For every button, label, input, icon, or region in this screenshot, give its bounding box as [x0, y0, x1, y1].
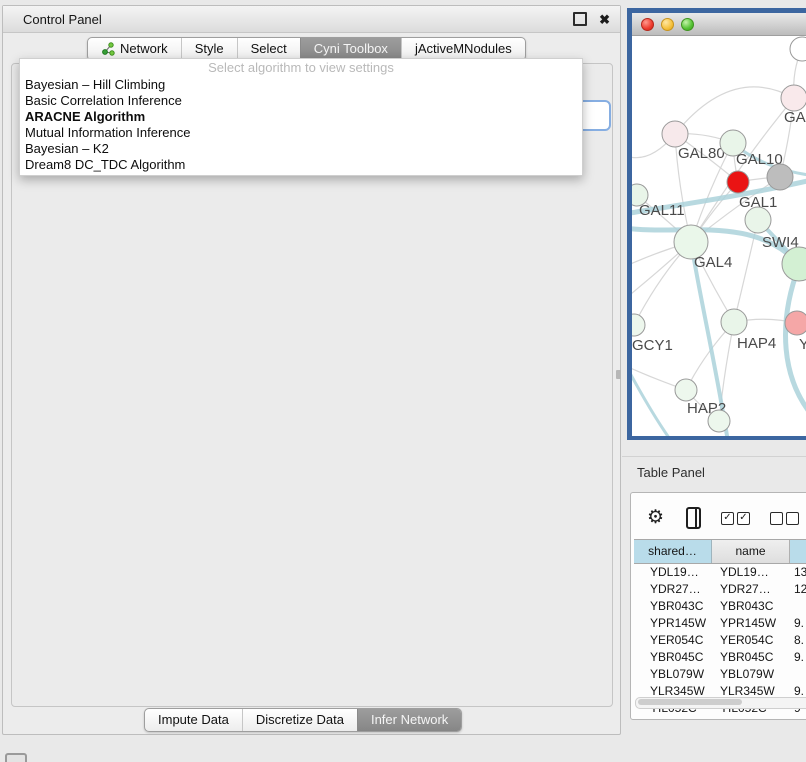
- select-all-checkboxes-icon[interactable]: ✓ ✓: [721, 512, 750, 525]
- table-scrollbar-thumb[interactable]: [638, 699, 742, 705]
- algorithm-option[interactable]: Dream8 DC_TDC Algorithm: [20, 157, 582, 173]
- tab-select-label: Select: [251, 38, 287, 60]
- network-node-label: HAP4: [737, 335, 776, 352]
- network-node-GCY1[interactable]: [632, 314, 645, 336]
- table-panel-divider: [622, 456, 806, 457]
- network-node-label: GAL11: [639, 202, 685, 219]
- tab-network-label: Network: [120, 38, 168, 60]
- table-row[interactable]: YBR043CYBR043C: [634, 598, 806, 615]
- unchecked-box-icon: [770, 512, 783, 525]
- tab-jactivemnodules[interactable]: jActiveMNodules: [401, 38, 525, 60]
- float-window-icon[interactable]: [573, 12, 587, 26]
- network-node-GAL80[interactable]: [662, 121, 688, 147]
- algorithm-dropdown-prompt: Select algorithm to view settings: [20, 59, 582, 77]
- table-header-row: shared… name: [634, 539, 806, 564]
- table-row[interactable]: YER054CYER054C8.: [634, 632, 806, 649]
- algorithm-option[interactable]: Bayesian – K2: [20, 141, 582, 157]
- tab-cyni-toolbox-label: Cyni Toolbox: [314, 38, 388, 60]
- network-node-label: GAL4: [694, 254, 732, 271]
- tab-discretize-data[interactable]: Discretize Data: [242, 709, 357, 731]
- tab-infer-network-label: Infer Network: [371, 709, 448, 731]
- tab-style-label: Style: [195, 38, 224, 60]
- control-panel-title: Control Panel: [23, 12, 102, 27]
- network-icon: [101, 42, 115, 56]
- table-row[interactable]: YBR045CYBR045C9.: [634, 649, 806, 666]
- network-edge-highlighted[interactable]: [632, 362, 672, 436]
- unchecked-box-icon: [786, 512, 799, 525]
- gear-icon[interactable]: ⚙: [647, 508, 664, 528]
- screen: Control Panel ✖ Network Style Se: [0, 0, 806, 762]
- tab-select[interactable]: Select: [237, 38, 300, 60]
- table-row[interactable]: YDR27…YDR27…12: [634, 581, 806, 598]
- network-node-GAL[interactable]: [781, 85, 806, 111]
- table-panel-title: Table Panel: [637, 465, 705, 480]
- table-toolbar: ⚙ ✓ ✓: [631, 501, 806, 535]
- network-node-GAL1[interactable]: [727, 171, 749, 193]
- column-header-name[interactable]: name: [712, 540, 790, 563]
- column-header-partial[interactable]: [790, 540, 806, 563]
- deselect-all-checkboxes-icon[interactable]: [770, 512, 799, 525]
- network-node-SWI4[interactable]: [745, 207, 771, 233]
- network-node-label: GAL80: [678, 145, 725, 162]
- network-window-titlebar: [632, 13, 806, 36]
- algorithm-option[interactable]: Mutual Information Inference: [20, 125, 582, 141]
- network-node-label: GAL: [784, 109, 806, 126]
- zoom-traffic-light-icon[interactable]: [681, 18, 694, 31]
- minimize-traffic-light-icon[interactable]: [661, 18, 674, 31]
- network-edge[interactable]: [675, 87, 794, 134]
- checked-box-icon: ✓: [737, 512, 750, 525]
- tab-discretize-data-label: Discretize Data: [256, 709, 344, 731]
- network-graph: GALGAL80GAL10GAL1GAL11SWI4GAL4GCY1HAP4YH…: [632, 36, 806, 436]
- close-icon[interactable]: ✖: [599, 13, 610, 26]
- network-canvas[interactable]: GALGAL80GAL10GAL1GAL11SWI4GAL4GCY1HAP4YH…: [632, 36, 806, 436]
- panel-resize-handle[interactable]: [616, 370, 621, 379]
- checked-box-icon: ✓: [721, 512, 734, 525]
- algorithm-option-selected[interactable]: ARACNE Algorithm: [20, 109, 582, 125]
- columns-icon[interactable]: [686, 507, 701, 529]
- table-row[interactable]: YDL19…YDL19…13: [634, 564, 806, 581]
- network-node[interactable]: [790, 37, 806, 61]
- table-row[interactable]: YPR145WYPR145W9.: [634, 615, 806, 632]
- network-node[interactable]: [767, 164, 793, 190]
- network-node-Y[interactable]: [785, 311, 806, 335]
- network-node-label: Y: [799, 336, 806, 353]
- tab-jactivemnodules-label: jActiveMNodules: [415, 38, 512, 60]
- network-node[interactable]: [708, 410, 730, 432]
- table-horizontal-scrollbar[interactable]: [635, 697, 806, 709]
- close-traffic-light-icon[interactable]: [641, 18, 654, 31]
- control-panel-window: Control Panel ✖ Network Style Se: [2, 5, 621, 735]
- control-panel-titlebar: Control Panel ✖: [3, 6, 620, 33]
- tab-impute-data-label: Impute Data: [158, 709, 229, 731]
- tab-network[interactable]: Network: [88, 38, 181, 60]
- algorithm-dropdown-popup: Select algorithm to view settings Bayesi…: [19, 58, 583, 176]
- tab-impute-data[interactable]: Impute Data: [145, 709, 242, 731]
- column-header-shared[interactable]: shared…: [634, 540, 712, 563]
- bottom-tabbar: Impute Data Discretize Data Infer Networ…: [144, 708, 462, 732]
- tab-style[interactable]: Style: [181, 38, 237, 60]
- network-view-window: GALGAL80GAL10GAL1GAL11SWI4GAL4GCY1HAP4YH…: [627, 8, 806, 440]
- tab-cyni-toolbox[interactable]: Cyni Toolbox: [300, 38, 401, 60]
- algorithm-option[interactable]: Bayesian – Hill Climbing: [20, 77, 582, 93]
- network-node-HAP2[interactable]: [675, 379, 697, 401]
- collapsed-panel-icon[interactable]: [5, 753, 27, 762]
- table-row[interactable]: YBL079WYBL079W: [634, 666, 806, 683]
- algorithm-option[interactable]: Basic Correlation Inference: [20, 93, 582, 109]
- table-panel-window: ⚙ ✓ ✓ shared… name YDL19…YDL19…13 YDR27……: [630, 492, 806, 720]
- network-node-HAP4[interactable]: [721, 309, 747, 335]
- tab-infer-network[interactable]: Infer Network: [357, 709, 461, 731]
- node-table: shared… name YDL19…YDL19…13 YDR27…YDR27……: [634, 539, 806, 717]
- network-node-label: GCY1: [632, 337, 673, 354]
